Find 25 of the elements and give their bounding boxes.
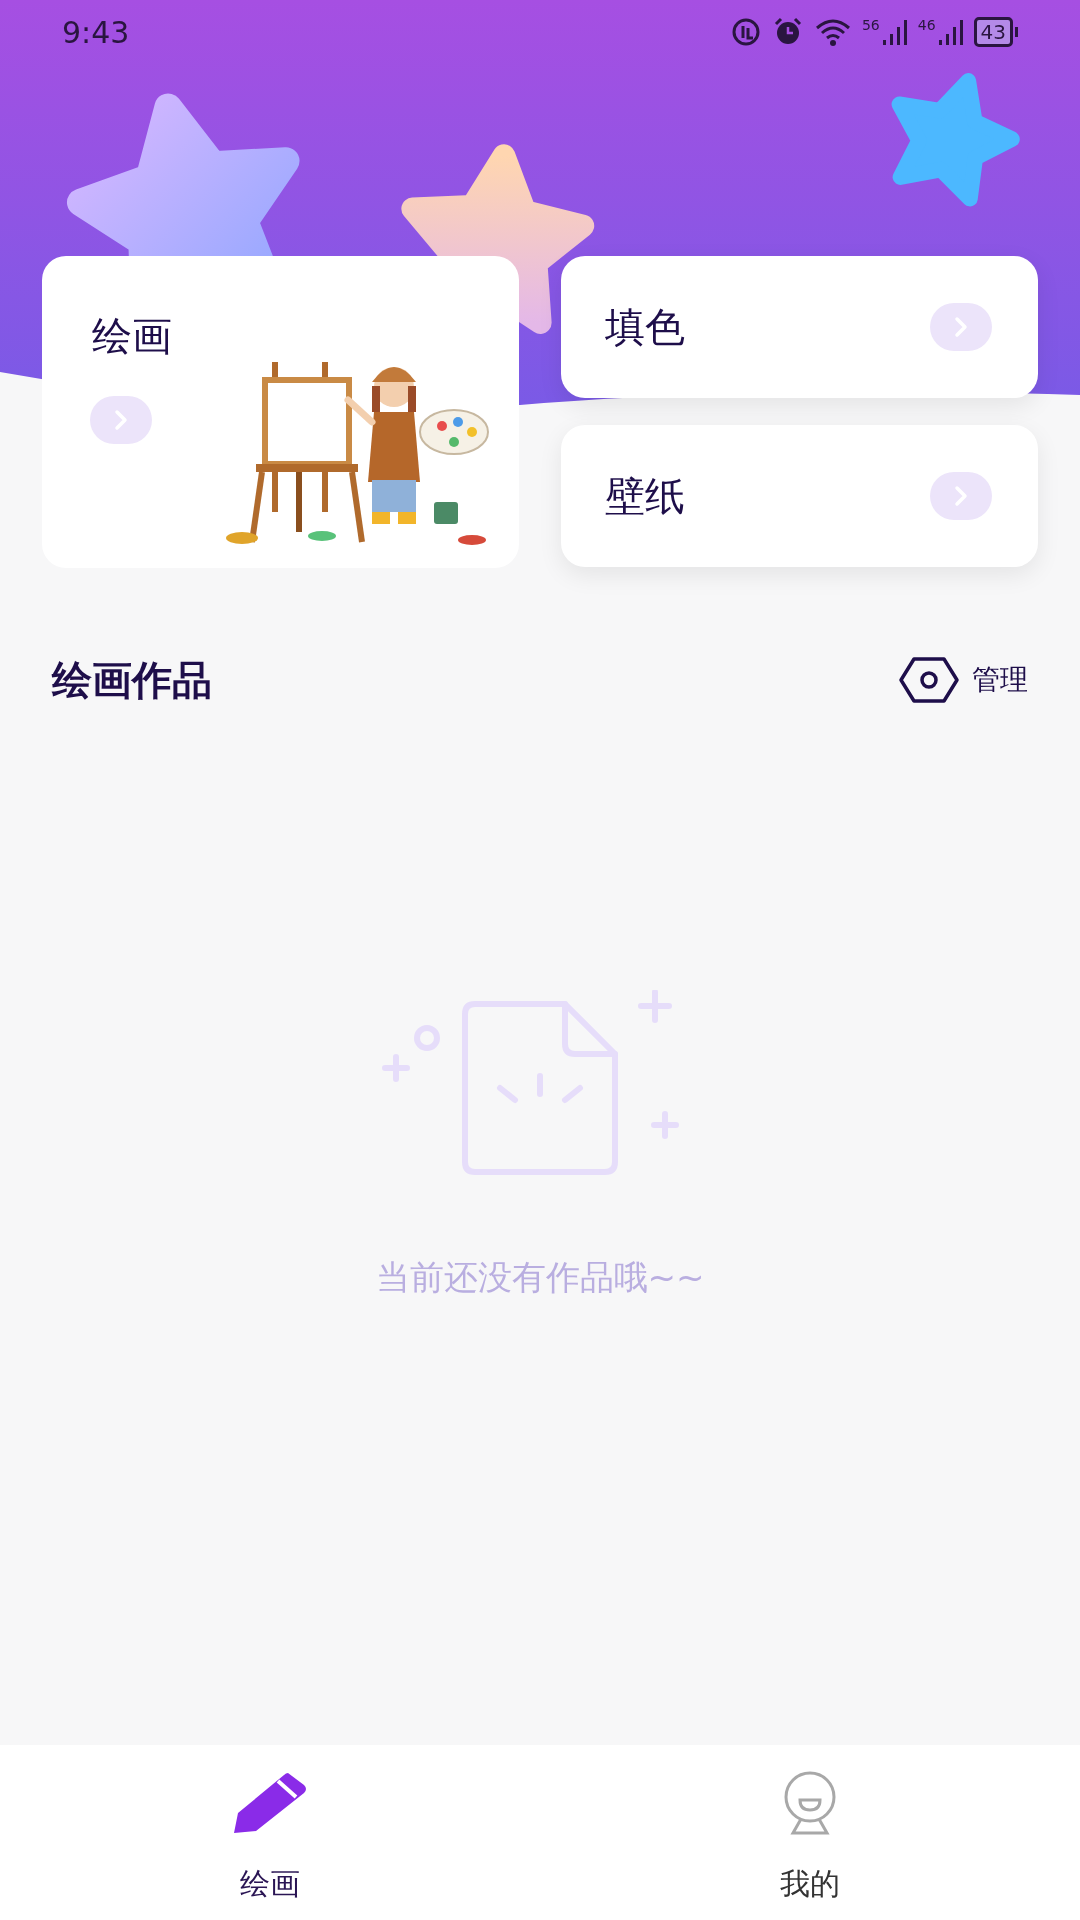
signal-icon <box>937 18 964 46</box>
feature-card[interactable]: 壁纸 <box>561 425 1038 567</box>
card-title: 绘画 <box>92 312 172 361</box>
chevron-right-icon <box>953 485 969 507</box>
arrow-button[interactable] <box>930 472 992 520</box>
manage-button[interactable]: 管理 <box>898 656 1028 704</box>
chevron-right-icon <box>953 316 969 338</box>
card-title: 壁纸 <box>605 472 685 521</box>
empty-message: 当前还没有作品哦~~ <box>375 1256 705 1299</box>
wifi-icon <box>813 17 852 47</box>
network-type: 46 <box>917 18 936 32</box>
feature-card[interactable]: 填色 <box>561 256 1038 398</box>
status-time: 9:43 <box>62 13 130 52</box>
hexagon-icon <box>898 656 960 704</box>
arrow-button[interactable] <box>930 303 992 351</box>
nav-tab[interactable]: 我的 <box>540 1745 1080 1920</box>
battery-indicator: 43 <box>973 17 1018 47</box>
chevron-right-icon <box>113 409 129 431</box>
drawing-card[interactable]: 绘画 <box>42 256 519 568</box>
signal-icon <box>881 18 908 46</box>
nav-tab[interactable]: 绘画 <box>0 1745 540 1920</box>
card-title: 填色 <box>605 303 685 352</box>
section-title: 绘画作品 <box>52 656 212 705</box>
network-type: 56 <box>861 18 880 32</box>
arrow-button[interactable] <box>90 396 152 444</box>
